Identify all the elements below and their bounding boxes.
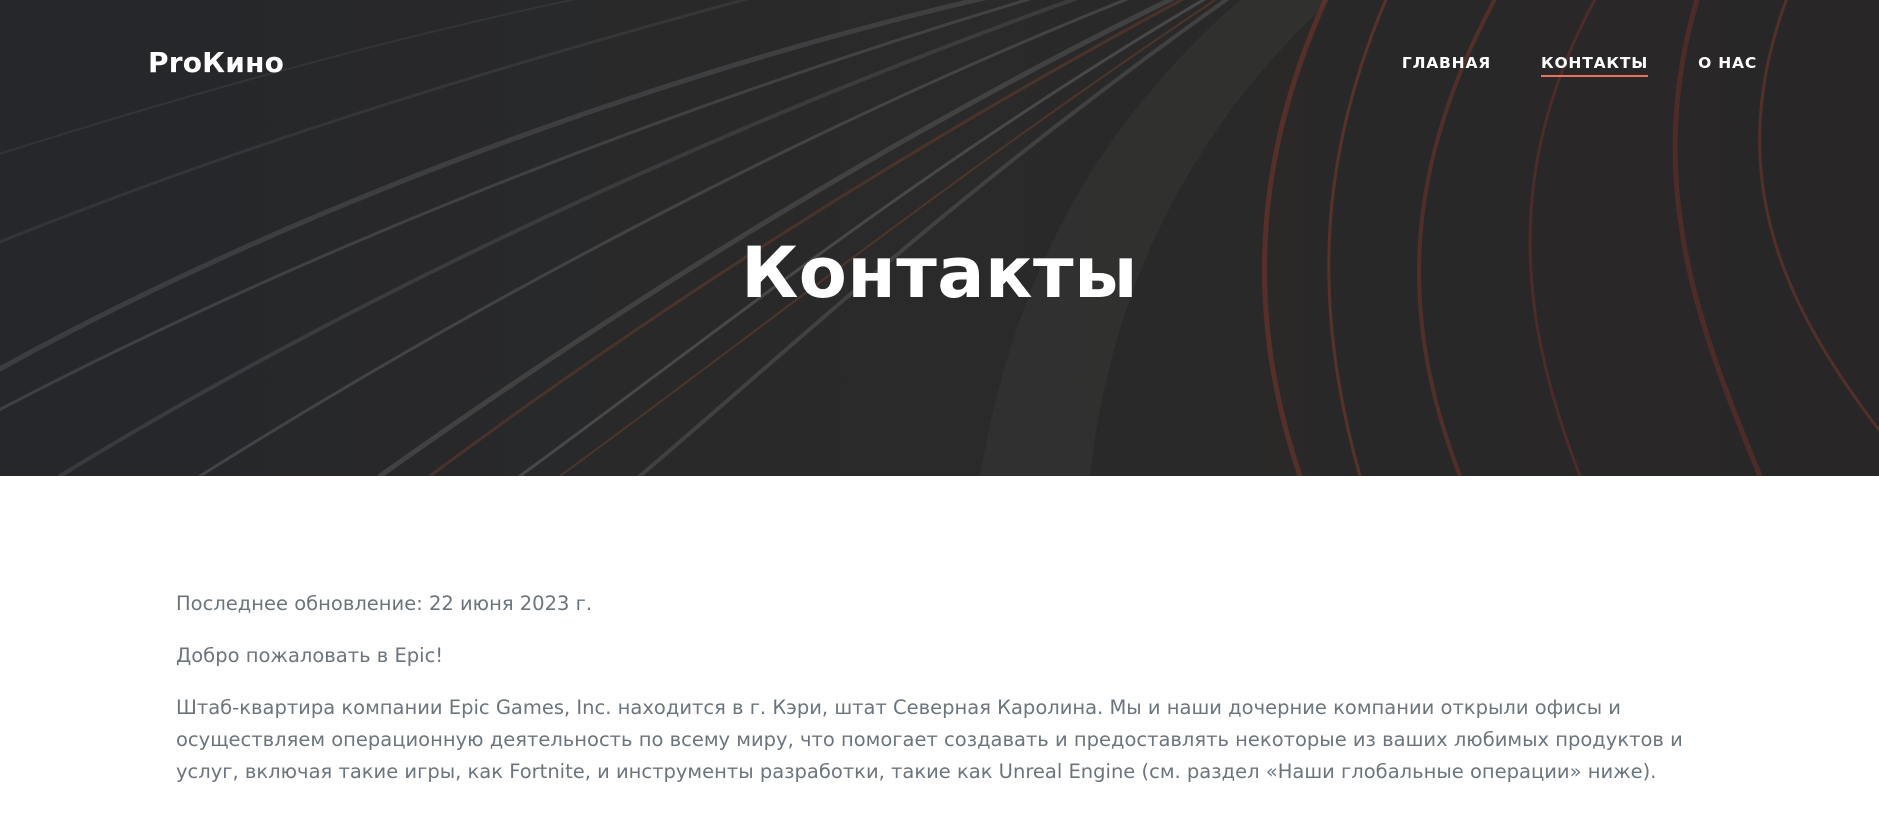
brand-logo[interactable]: ProКино — [148, 46, 284, 79]
page-title: Контакты — [741, 232, 1138, 314]
body-paragraph: Штаб-квартира компании Epic Games, Inc. … — [176, 696, 1683, 783]
top-navbar: ProКино ГЛАВНАЯ КОНТАКТЫ О НАС — [0, 0, 1879, 130]
nav-link-about[interactable]: О НАС — [1698, 54, 1757, 77]
nav-link-contacts[interactable]: КОНТАКТЫ — [1540, 54, 1649, 77]
page-header-hero: ProКино ГЛАВНАЯ КОНТАКТЫ О НАС Контакты — [0, 0, 1879, 476]
welcome-text: Добро пожаловать в Epic! — [176, 644, 444, 667]
last-updated-text: Последнее обновление: 22 июня 2023 г. — [176, 592, 593, 615]
main-content: Последнее обновление: 22 июня 2023 г. До… — [176, 588, 1716, 808]
nav-link-home[interactable]: ГЛАВНАЯ — [1402, 54, 1491, 77]
nav-links: ГЛАВНАЯ КОНТАКТЫ О НАС — [1402, 54, 1757, 77]
